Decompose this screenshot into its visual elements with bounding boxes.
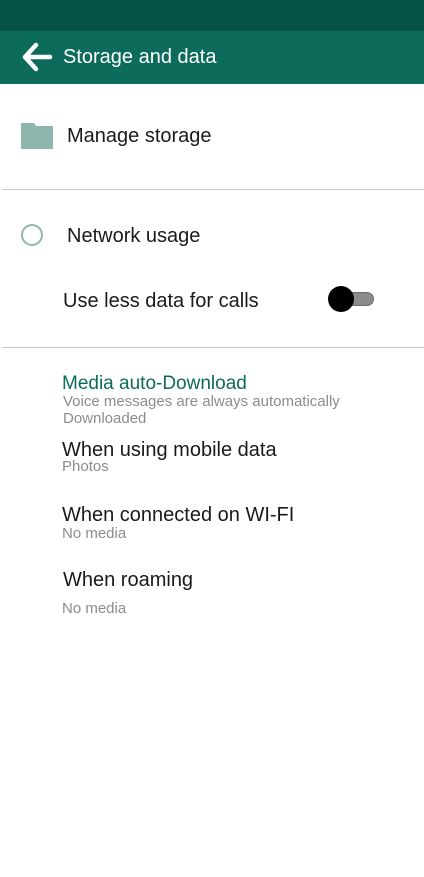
back-button[interactable] bbox=[20, 41, 54, 73]
mobile-data-setting[interactable]: When using mobile data Photos bbox=[0, 438, 424, 488]
manage-storage-label: Manage storage bbox=[67, 125, 212, 147]
toggle-thumb bbox=[328, 286, 354, 312]
setting-subtitle: No media bbox=[62, 525, 127, 542]
use-less-data-label: Use less data for calls bbox=[63, 290, 259, 312]
wifi-setting[interactable]: When connected on WI-FI No media bbox=[0, 503, 424, 553]
arrow-left-icon bbox=[22, 42, 53, 72]
network-usage-item[interactable]: Network usage bbox=[0, 210, 424, 262]
page-title: Storage and data bbox=[63, 46, 217, 68]
media-auto-download-heading: Media auto-Download bbox=[62, 373, 247, 394]
setting-subtitle: No media bbox=[62, 600, 127, 617]
roaming-setting[interactable]: When roaming No media bbox=[0, 568, 424, 618]
folder-icon bbox=[21, 122, 53, 149]
media-auto-download-description: Voice messages are always automatically … bbox=[63, 393, 340, 427]
app-bar: Storage and data bbox=[0, 31, 424, 84]
setting-title: When connected on WI-FI bbox=[62, 504, 295, 526]
use-less-data-item[interactable]: Use less data for calls bbox=[0, 276, 424, 326]
use-less-data-toggle[interactable] bbox=[328, 286, 376, 312]
divider bbox=[2, 347, 424, 348]
network-usage-label: Network usage bbox=[67, 225, 201, 247]
setting-title: When roaming bbox=[63, 569, 194, 591]
setting-subtitle: Photos bbox=[62, 458, 109, 475]
divider bbox=[2, 189, 424, 190]
status-bar bbox=[0, 0, 424, 31]
circle-icon bbox=[21, 224, 43, 246]
manage-storage-item[interactable]: Manage storage bbox=[0, 108, 424, 164]
